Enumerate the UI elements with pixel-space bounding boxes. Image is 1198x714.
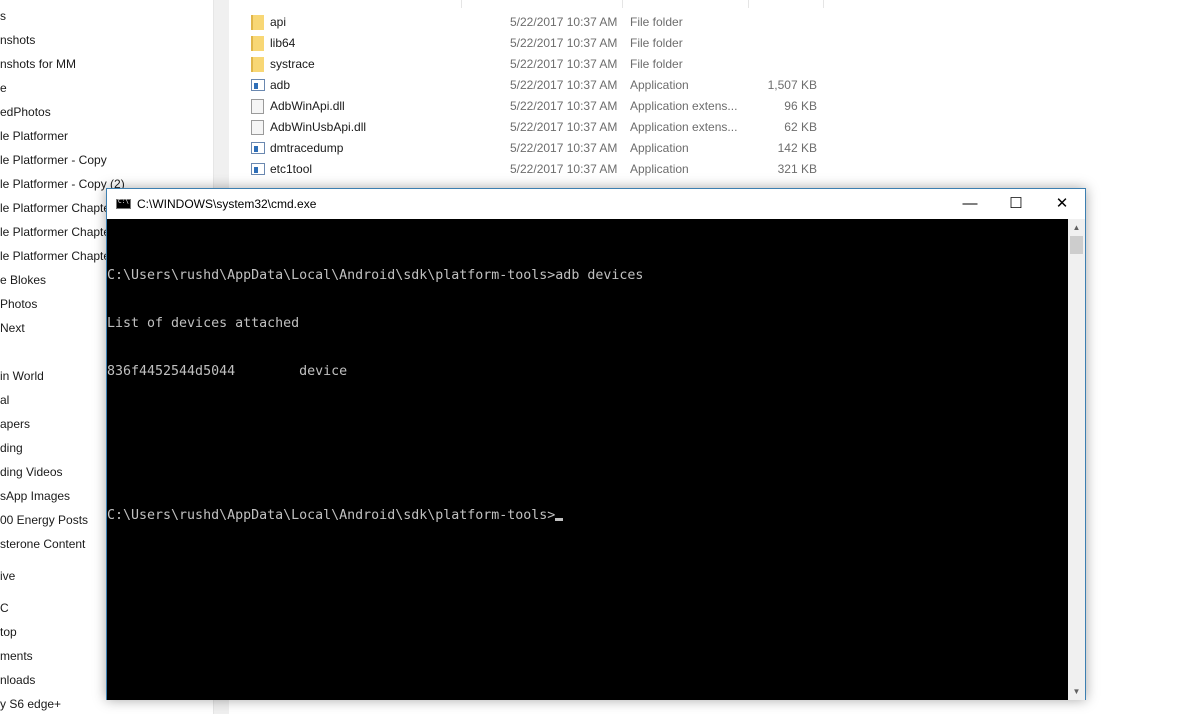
nav-item[interactable]: sterone Content [0, 532, 85, 556]
file-name: systrace [270, 57, 315, 71]
file-type: File folder [630, 57, 683, 71]
nav-item[interactable]: ding [0, 436, 23, 460]
nav-item[interactable]: le Platformer Chapte [0, 196, 110, 220]
file-size: 62 KB [784, 120, 817, 134]
minimize-button[interactable]: — [947, 189, 993, 219]
nav-item[interactable]: in World [0, 364, 44, 388]
folder-icon [251, 57, 264, 72]
file-type: Application [630, 141, 689, 155]
file-type: Application [630, 78, 689, 92]
folder-icon [251, 15, 264, 30]
nav-item[interactable]: ding Videos [0, 460, 63, 484]
nav-item[interactable]: ments [0, 644, 33, 668]
cmd-window: C:\WINDOWS\system32\cmd.exe — ☐ ✕ C:\Use… [106, 188, 1086, 700]
nav-item[interactable]: top [0, 620, 17, 644]
close-button[interactable]: ✕ [1039, 189, 1085, 219]
nav-item[interactable]: le Platformer Chapte [0, 220, 110, 244]
maximize-button[interactable]: ☐ [993, 189, 1039, 219]
console-line: List of devices attached [107, 316, 300, 331]
nav-item[interactable]: 00 Energy Posts [0, 508, 88, 532]
nav-item[interactable]: C [0, 596, 9, 620]
file-row[interactable]: AdbWinApi.dll 5/22/2017 10:37 AM Applicati… [229, 96, 829, 117]
file-row[interactable]: systrace 5/22/2017 10:37 AM File folder [229, 54, 829, 75]
nav-item[interactable]: al [0, 388, 9, 412]
nav-item[interactable]: Photos [0, 292, 37, 316]
file-row[interactable]: adb 5/22/2017 10:37 AM Application 1,507 KB [229, 75, 829, 96]
nav-item[interactable]: sApp Images [0, 484, 70, 508]
nav-item[interactable]: Next [0, 316, 25, 340]
nav-item[interactable]: nloads [0, 668, 35, 692]
nav-item[interactable]: nshots [0, 28, 35, 52]
console-line: C:\Users\rushd\AppData\Local\Android\sdk… [107, 268, 644, 283]
nav-item[interactable]: ive [0, 564, 15, 588]
file-type: File folder [630, 15, 683, 29]
nav-item[interactable]: e Blokes [0, 268, 46, 292]
nav-item[interactable]: le Platformer Chapte [0, 244, 110, 268]
file-date: 5/22/2017 10:37 AM [510, 78, 618, 92]
cmd-icon [116, 198, 131, 209]
file-name: api [270, 15, 287, 29]
console-prompt: C:\Users\rushd\AppData\Local\Android\sdk… [107, 508, 556, 523]
file-type: File folder [630, 36, 683, 50]
scroll-up-icon[interactable]: ▲ [1068, 219, 1085, 236]
file-name: AdbWinUsbApi.dll [270, 120, 367, 134]
file-name: dmtracedump [270, 141, 344, 155]
file-size: 321 KB [777, 162, 817, 176]
file-row[interactable]: etc1tool 5/22/2017 10:37 AM Application 321… [229, 159, 829, 180]
file-date: 5/22/2017 10:37 AM [510, 141, 618, 155]
file-size: 96 KB [784, 99, 817, 113]
nav-item[interactable]: apers [0, 412, 30, 436]
file-date: 5/22/2017 10:37 AM [510, 15, 618, 29]
dll-icon [251, 99, 264, 114]
file-date: 5/22/2017 10:37 AM [510, 162, 618, 176]
file-date: 5/22/2017 10:37 AM [510, 57, 618, 71]
nav-item[interactable]: y S6 edge+ [0, 692, 61, 714]
file-row[interactable]: AdbWinUsbApi.dll 5/22/2017 10:37 AM Applic… [229, 117, 829, 138]
file-name: adb [270, 78, 291, 92]
file-row[interactable]: lib64 5/22/2017 10:37 AM File folder [229, 33, 829, 54]
dll-icon [251, 120, 264, 135]
file-size: 142 KB [777, 141, 817, 155]
console-scrollbar[interactable]: ▲ ▼ [1068, 219, 1085, 700]
file-type: Application [630, 162, 689, 176]
app-icon [251, 142, 265, 154]
nav-item[interactable]: le Platformer [0, 124, 68, 148]
nav-item[interactable]: s [0, 4, 6, 28]
file-date: 5/22/2017 10:37 AM [510, 120, 618, 134]
folder-icon [251, 36, 264, 51]
nav-item[interactable]: nshots for MM [0, 52, 76, 76]
app-icon [251, 79, 265, 91]
nav-item[interactable]: edPhotos [0, 100, 51, 124]
file-row[interactable]: api 5/22/2017 10:37 AM File folder [229, 12, 829, 33]
console-output[interactable]: C:\Users\rushd\AppData\Local\Android\sdk… [107, 219, 1069, 700]
file-date: 5/22/2017 10:37 AM [510, 99, 618, 113]
nav-item[interactable]: le Platformer - Copy [0, 148, 107, 172]
file-size: 1,507 KB [767, 78, 817, 92]
nav-item[interactable]: e [0, 76, 7, 100]
app-icon [251, 163, 265, 175]
title-bar[interactable]: C:\WINDOWS\system32\cmd.exe — ☐ ✕ [107, 189, 1085, 219]
file-name: lib64 [270, 36, 296, 50]
file-row[interactable]: dmtracedump 5/22/2017 10:37 AM Application… [229, 138, 829, 159]
console-line: 836f4452544d5044 device [107, 364, 348, 379]
file-name: AdbWinApi.dll [270, 99, 345, 113]
window-title: C:\WINDOWS\system32\cmd.exe [137, 197, 317, 211]
column-headers [229, 0, 829, 8]
file-name: etc1tool [270, 162, 313, 176]
scroll-thumb[interactable] [1070, 236, 1083, 254]
scroll-down-icon[interactable]: ▼ [1068, 683, 1085, 700]
file-date: 5/22/2017 10:37 AM [510, 36, 618, 50]
text-cursor [555, 518, 564, 521]
